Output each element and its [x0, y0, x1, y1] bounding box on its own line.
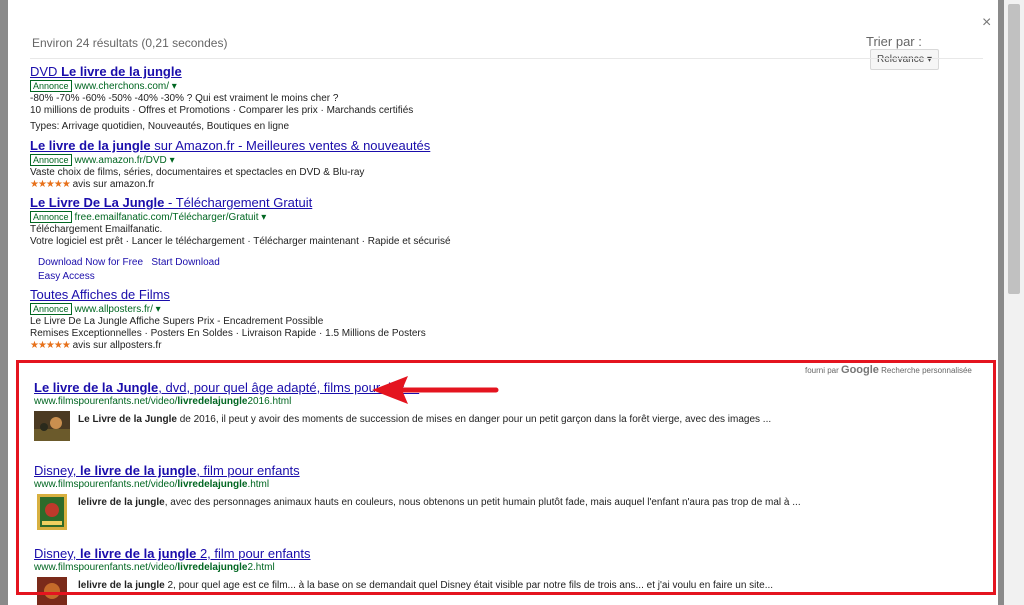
result-count: Environ 24 résultats (0,21 secondes): [32, 36, 228, 50]
ad-description: -80% -70% -60% -50% -40% -30% ? Qui est …: [30, 93, 339, 104]
ad-url[interactable]: www.allposters.fr/: [75, 304, 153, 315]
close-icon[interactable]: ×: [982, 14, 991, 32]
ad-result: Le livre de la jungle sur Amazon.fr - Me…: [30, 138, 431, 190]
ad-sitelink[interactable]: Easy Access: [38, 271, 95, 282]
red-arrow-icon: [372, 376, 499, 404]
ad-sitelink[interactable]: Download Now for Free: [38, 257, 143, 268]
ad-url[interactable]: www.amazon.fr/DVD: [75, 155, 167, 166]
divider: [30, 58, 983, 59]
ad-title-link[interactable]: Toutes Affiches de Films: [30, 287, 426, 303]
ad-description: Le Livre De La Jungle Affiche Supers Pri…: [30, 316, 324, 327]
rating-label: avis sur amazon.fr: [72, 179, 155, 190]
ad-description: Votre logiciel est prêt · Lancer le télé…: [30, 236, 451, 247]
ad-badge: Annonce: [30, 211, 72, 223]
ad-title-link[interactable]: Le Livre De La Jungle - Téléchargement G…: [30, 195, 451, 211]
ad-description: Remises Exceptionnelles · Posters En Sol…: [30, 328, 426, 339]
ad-description: 10 millions de produits · Offres et Prom…: [30, 105, 414, 116]
ad-description: Téléchargement Emailfanatic.: [30, 224, 163, 235]
rating-stars-icon: ★★★★★: [30, 179, 71, 190]
ad-result: Le Livre De La Jungle - Téléchargement G…: [30, 195, 451, 282]
ad-badge: Annonce: [30, 154, 72, 166]
ad-extension: Types: Arrivage quotidien, Nouveautés, B…: [30, 121, 290, 132]
scrollbar[interactable]: [1004, 0, 1024, 605]
ad-description: Vaste choix de films, séries, documentai…: [30, 167, 365, 178]
ad-result: Toutes Affiches de Films Annonce www.allp…: [30, 287, 426, 351]
scrollbar-thumb[interactable]: [1008, 4, 1020, 294]
ad-badge: Annonce: [30, 80, 72, 92]
sort-value: Relevance: [877, 54, 925, 65]
ad-result: DVD Le livre de la jungle Annonce www.che…: [30, 64, 414, 132]
sort-label: Trier par :: [866, 34, 922, 49]
ad-title-link[interactable]: Le livre de la jungle sur Amazon.fr - Me…: [30, 138, 430, 154]
ad-sitelink[interactable]: Start Download: [151, 257, 219, 268]
rating-stars-icon: ★★★★★: [30, 340, 71, 351]
rating-label: avis sur allposters.fr: [72, 340, 162, 351]
ad-url[interactable]: free.emailfanatic.com/Télécharger/Gratui…: [75, 212, 259, 223]
highlight-box: [16, 360, 996, 595]
sort-control: Trier par : Relevance ▾: [866, 34, 998, 70]
ad-badge: Annonce: [30, 303, 72, 315]
sort-select[interactable]: Relevance ▾: [870, 49, 940, 70]
ad-title-link[interactable]: DVD Le livre de la jungle: [30, 64, 413, 80]
ad-url[interactable]: www.cherchons.com/: [75, 81, 169, 92]
